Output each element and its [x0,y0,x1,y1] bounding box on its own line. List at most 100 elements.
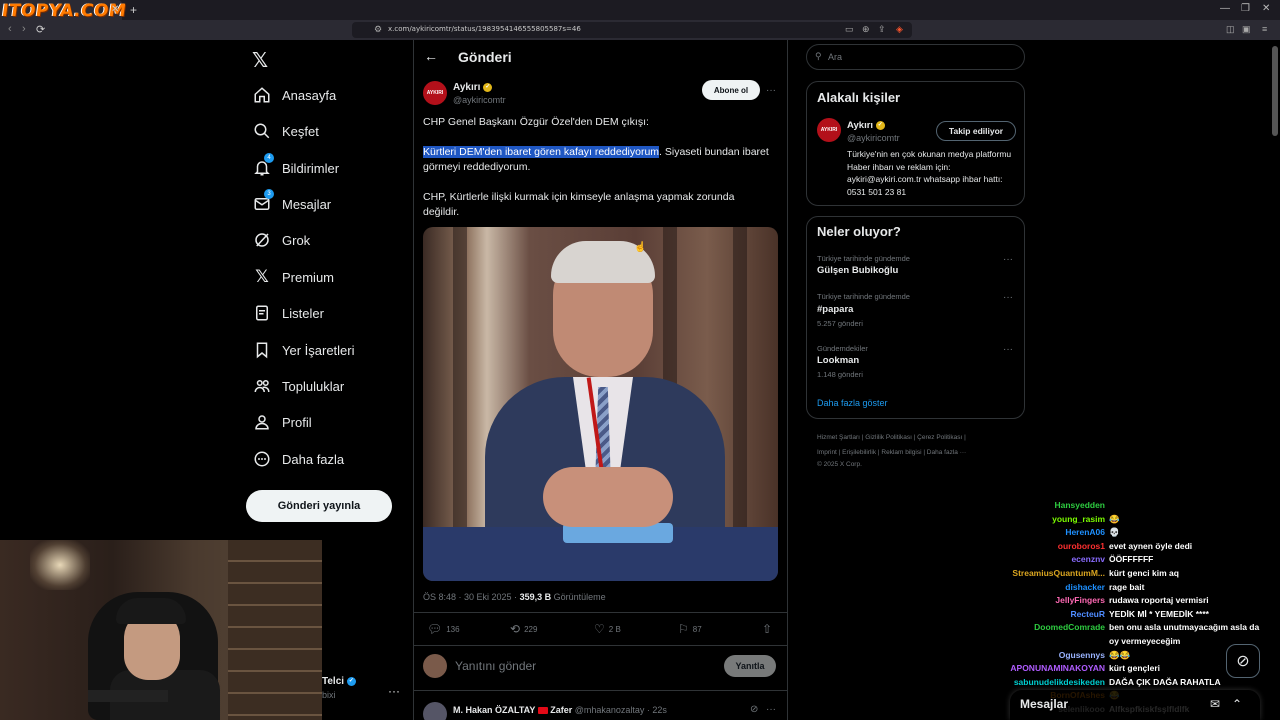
microphone [88,690,168,702]
nav-item-communities[interactable]: Topluluklar [250,371,400,401]
subscribe-button[interactable]: Abone ol [702,80,760,100]
following-button[interactable]: Takip ediliyor [936,121,1016,141]
nav-label: Mesajlar [282,196,332,212]
browser-tab[interactable]: ITOPYA.COM ✕ [0,0,128,21]
nav-label: Keşfet [282,123,319,139]
back-arrow-icon[interactable]: ← [424,48,438,64]
repost-action[interactable]: ⟲ 229 [510,622,537,636]
compose-message-icon[interactable]: ✉ [1210,697,1220,711]
trend-more-icon[interactable]: ··· [1003,254,1013,265]
nav-label: Topluluklar [282,378,345,394]
related-handle[interactable]: @aykiricomtr [847,133,900,143]
new-tab-icon[interactable]: + [130,3,137,17]
trend-name[interactable]: Lookman [817,355,859,366]
forward-nav-icon[interactable]: › [22,23,26,35]
nav-item-home[interactable]: Anasayfa [250,80,400,110]
zoom-icon[interactable]: ⊕ [862,24,870,35]
expand-icon[interactable]: ⌃ [1232,697,1242,711]
chat-message: ben onu asla unutmayacağım asla da [1109,622,1260,633]
minimize-icon[interactable]: — [1220,3,1230,14]
footer-links[interactable]: Imprint | Erişilebilirlik | Reklam bilgi… [817,449,966,456]
tweet-more-icon[interactable]: ··· [766,85,776,96]
show-more-link[interactable]: Daha fazla göster [817,398,888,408]
trend-more-icon[interactable]: ··· [1003,344,1013,355]
notification-badge: 4 [264,153,274,163]
reply-author[interactable]: M. Hakan ÖZALTAY Zafer @mhakanozaltay · … [453,705,667,715]
author-avatar[interactable]: AYKIRI [423,81,447,105]
nav-item-grok[interactable]: Grok [250,225,400,255]
reply-action[interactable]: 💬︎ 136 [427,622,460,636]
share-icon: ⇧ [762,622,773,636]
grok-fab-icon[interactable]: ⊘ [1226,644,1260,678]
gold-verified-icon: ✓ [875,120,885,130]
chat-message: rudawa roportaj vermisri [1109,595,1209,606]
chat-message: kürt genci kim aq [1109,568,1179,578]
url-text[interactable]: x.com/aykiricomtr/status/198395414655580… [388,25,581,33]
reply-input[interactable]: Yanıtını gönder [455,659,536,673]
reader-icon[interactable]: ▭ [845,24,854,35]
grok-icon [250,229,274,251]
nav-item-messages[interactable]: 3 Mesajlar [250,189,400,219]
nav-item-bookmarks[interactable]: Yer İşaretleri [250,335,400,365]
messages-drawer-label[interactable]: Mesajlar [1020,697,1068,711]
messages-badge: 3 [264,189,274,199]
chat-message: rage bait [1109,581,1145,592]
search-placeholder[interactable]: Ara [828,52,842,62]
reply-button[interactable]: Yanıtla [724,655,776,677]
curtain-fold [733,227,747,527]
trend-name[interactable]: Gülşen Bubikoğlu [817,265,898,276]
close-tab-icon[interactable]: ✕ [111,4,119,15]
related-bio: Türkiye'nin en çok okunan medya platform… [847,149,1012,197]
window-close-icon[interactable]: ✕ [1262,3,1270,14]
streamer-cap [116,598,186,624]
chat-username: RecteuR [1070,608,1105,619]
author-handle[interactable]: @aykiricomtr [453,95,506,105]
chat-username: sabunudelikdesikeden [1013,676,1105,687]
view-count: 359,3 B [519,592,552,602]
mail-icon: 3 [250,189,274,215]
related-name[interactable]: Aykırı ✓ [847,120,885,131]
account-menu-icon[interactable]: ··· [388,684,400,698]
chat-message: 😂😂 [1109,649,1131,660]
nav-item-notifications[interactable]: 4 Bildirimler [250,153,400,183]
account-name: Telci ✓ [322,676,356,687]
trend-context: Gündemdekiler [817,344,868,353]
bookmark-action[interactable]: ⚐ 87 [678,622,702,636]
restore-icon[interactable]: ❐ [1241,3,1250,14]
tweet-photo[interactable] [423,227,778,581]
grok-explain-icon[interactable]: ⊘ [750,704,758,715]
footer-links[interactable]: Hizmet Şartları | Gizlilik Politikası | … [817,434,966,441]
home-icon [250,84,274,106]
nav-item-lists[interactable]: Listeler [250,298,400,328]
site-info-icon[interactable]: ⚙ [374,24,382,35]
author-name[interactable]: Aykırı ✓ [453,82,493,93]
highlighted-text: Kürtleri DEM'den ibaret gören kafayı red… [423,146,660,158]
extensions-icon[interactable]: ◫ [1226,24,1235,35]
wallet-icon[interactable]: ▣ [1242,24,1251,35]
nav-item-explore[interactable]: Keşfet [250,116,400,146]
bookshelf [228,540,322,720]
trend-name[interactable]: #papara [817,304,853,315]
menu-icon[interactable]: ≡ [1262,24,1267,34]
divider [413,612,788,613]
reload-icon[interactable]: ⟳ [36,23,45,36]
brave-shield-icon[interactable]: ◈ [896,24,903,35]
chat-username: APONUNAMINAKOYAN [1010,663,1105,674]
post-button[interactable]: Gönderi yayınla [246,490,392,522]
x-logo-icon[interactable]: 𝕏 [252,48,268,72]
back-nav-icon[interactable]: ‹ [8,23,12,35]
chat-username: Hansyedden [1054,500,1105,510]
reply-author-avatar[interactable] [423,702,447,720]
reply-more-icon[interactable]: ··· [766,704,776,715]
lamp-light [30,540,90,590]
share-icon[interactable]: ⇪ [878,24,886,35]
like-action[interactable]: ♡ 2 B [594,622,621,636]
scrollbar[interactable] [1272,46,1278,136]
share-action[interactable]: ⇧ [762,622,772,636]
nav-item-more[interactable]: Daha fazla [250,444,400,474]
trend-more-icon[interactable]: ··· [1003,292,1013,303]
related-avatar[interactable]: AYKIRI [817,118,841,142]
nav-label: Bildirimler [282,160,340,176]
nav-item-profile[interactable]: Profil [250,407,400,437]
nav-item-premium[interactable]: 𝕏 Premium [250,262,400,292]
